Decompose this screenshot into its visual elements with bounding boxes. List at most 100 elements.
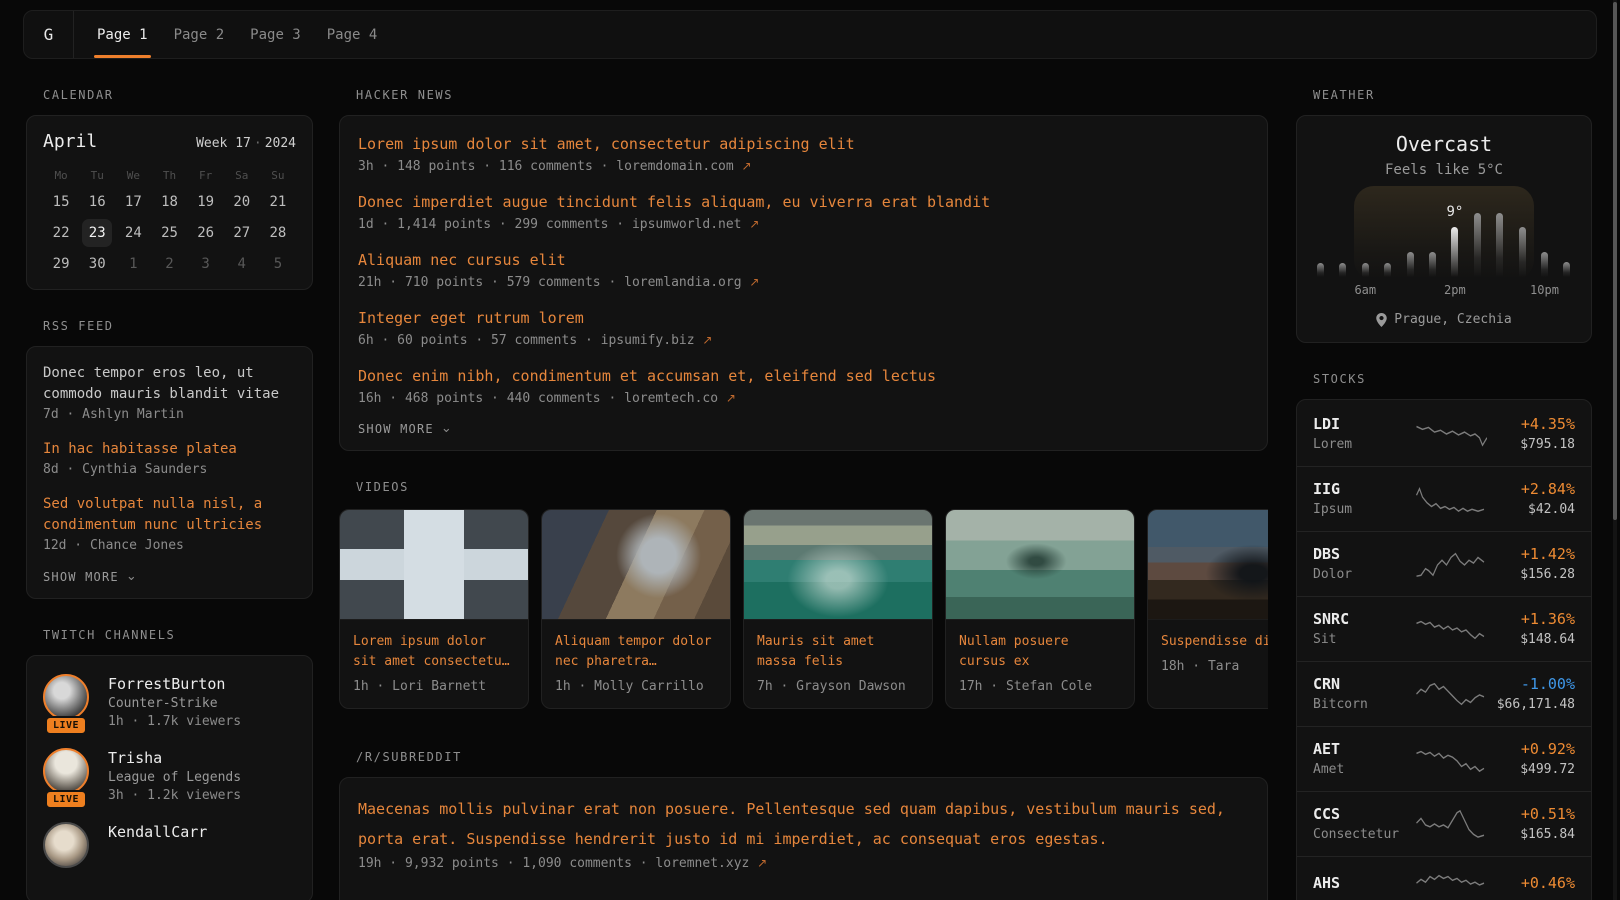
video-thumbnail[interactable] <box>542 510 730 620</box>
video-title[interactable]: Lorem ipsum dolor sit amet consectetu… <box>353 632 515 672</box>
hn-item[interactable]: Lorem ipsum dolor sit amet, consectetur … <box>358 132 1249 174</box>
hn-item[interactable]: Donec enim nibh, condimentum et accumsan… <box>358 364 1249 406</box>
calendar-day[interactable]: 17 <box>115 186 151 217</box>
hn-item-domain[interactable]: ipsumworld.net <box>632 217 742 232</box>
calendar-day[interactable]: 16 <box>79 186 115 217</box>
video-card[interactable]: Lorem ipsum dolor sit amet consectetu… 1… <box>339 509 529 709</box>
calendar-day[interactable]: 5 <box>260 248 296 279</box>
stock-row[interactable]: DBS Dolor +1.42% $156.28 <box>1297 531 1591 596</box>
stock-sparkline <box>1415 614 1487 644</box>
tab-page-3[interactable]: Page 3 <box>237 11 314 58</box>
stock-row[interactable]: LDI Lorem +4.35% $795.18 <box>1297 402 1591 466</box>
stock-price: $42.04 <box>1493 502 1575 517</box>
video-card[interactable]: Suspendisse diam 18h · Tara <box>1147 509 1268 709</box>
stock-change: +2.84% <box>1493 480 1575 498</box>
tab-page-1[interactable]: Page 1 <box>84 11 161 58</box>
video-thumbnail[interactable] <box>744 510 932 620</box>
calendar-day[interactable]: 1 <box>115 248 151 279</box>
tab-page-2[interactable]: Page 2 <box>161 11 238 58</box>
video-carousel[interactable]: Lorem ipsum dolor sit amet consectetu… 1… <box>339 509 1268 709</box>
twitch-channel-name[interactable]: Trisha <box>108 749 241 767</box>
stock-row[interactable]: AET Amet +0.92% $499.72 <box>1297 726 1591 791</box>
video-title[interactable]: Nullam posuere cursus ex <box>959 632 1121 672</box>
calendar-day[interactable]: 18 <box>151 186 187 217</box>
rss-item[interactable]: In hac habitasse platea 8d · Cynthia Sau… <box>43 439 296 477</box>
rss-item-title[interactable]: In hac habitasse platea <box>43 439 296 460</box>
weather-hour-bar <box>1384 263 1391 277</box>
twitch-channel-name[interactable]: KendallCarr <box>108 823 207 841</box>
hn-item-title[interactable]: Integer eget rutrum lorem <box>358 306 1249 330</box>
rss-list: Donec tempor eros leo, ut commodo mauris… <box>43 363 296 553</box>
calendar-day[interactable]: 30 <box>79 248 115 279</box>
app-logo[interactable]: G <box>24 11 74 58</box>
stock-change: +0.92% <box>1493 740 1575 758</box>
video-meta: 7h · Grayson Dawson <box>757 679 919 694</box>
video-thumbnail[interactable] <box>1148 510 1268 620</box>
hacker-news-widget: Lorem ipsum dolor sit amet, consectetur … <box>339 115 1268 451</box>
calendar-day[interactable]: 4 <box>224 248 260 279</box>
video-thumbnail[interactable] <box>340 510 528 620</box>
rss-item-title[interactable]: Sed volutpat nulla nisl, a condimentum n… <box>43 494 296 536</box>
rss-show-more-button[interactable]: SHOW MORE⌄ <box>43 570 296 584</box>
calendar-day[interactable]: 29 <box>43 248 79 279</box>
video-title[interactable]: Aliquam tempor dolor nec pharetra… <box>555 632 717 672</box>
calendar-day[interactable]: 22 <box>43 217 79 248</box>
calendar-day[interactable]: 24 <box>115 217 151 248</box>
calendar-day[interactable]: 20 <box>224 186 260 217</box>
stock-row[interactable]: AHS +0.46% <box>1297 856 1591 900</box>
twitch-channel[interactable]: KendallCarr <box>43 822 296 868</box>
tab-page-4[interactable]: Page 4 <box>314 11 391 58</box>
hn-item-title[interactable]: Aliquam nec cursus elit <box>358 248 1249 272</box>
stock-sparkline <box>1415 679 1487 709</box>
rss-item-title[interactable]: Donec tempor eros leo, ut commodo mauris… <box>43 363 296 405</box>
stock-row[interactable]: CCS Consectetur +0.51% $165.84 <box>1297 791 1591 856</box>
tab-bar: Page 1 Page 2 Page 3 Page 4 <box>84 11 390 58</box>
video-title[interactable]: Suspendisse diam <box>1161 632 1268 652</box>
calendar-day[interactable]: 2 <box>151 248 187 279</box>
rss-item[interactable]: Donec tempor eros leo, ut commodo mauris… <box>43 363 296 422</box>
calendar-day[interactable]: 3 <box>188 248 224 279</box>
hn-item-title[interactable]: Donec enim nibh, condimentum et accumsan… <box>358 364 1249 388</box>
video-card[interactable]: Mauris sit amet massa felis 7h · Grayson… <box>743 509 933 709</box>
stocks-widget: LDI Lorem +4.35% $795.18 IIG Ipsum +2.84… <box>1296 399 1592 900</box>
stock-row[interactable]: SNRC Sit +1.36% $148.64 <box>1297 596 1591 661</box>
calendar-day-header: We <box>115 164 151 186</box>
subreddit-post[interactable]: Maecenas mollis pulvinar erat non posuer… <box>358 794 1249 871</box>
twitch-channel[interactable]: LIVE ForrestBurton Counter-Strike 1h · 1… <box>43 674 296 729</box>
calendar-day[interactable]: 19 <box>188 186 224 217</box>
stock-row[interactable]: IIG Ipsum +2.84% $42.04 <box>1297 466 1591 531</box>
subreddit-post-title[interactable]: Maecenas mollis pulvinar erat non posuer… <box>358 794 1249 854</box>
scrollbar-thumb[interactable] <box>1613 2 1617 520</box>
stock-price: $499.72 <box>1493 762 1575 777</box>
calendar-day[interactable]: 21 <box>260 186 296 217</box>
video-card[interactable]: Nullam posuere cursus ex 17h · Stefan Co… <box>945 509 1135 709</box>
map-pin-icon <box>1376 313 1387 327</box>
hn-item-domain[interactable]: ipsumify.biz <box>601 333 695 348</box>
calendar-day[interactable]: 25 <box>151 217 187 248</box>
calendar-day[interactable]: 28 <box>260 217 296 248</box>
hn-item[interactable]: Donec imperdiet augue tincidunt felis al… <box>358 190 1249 232</box>
twitch-channel[interactable]: LIVE Trisha League of Legends 3h · 1.2k … <box>43 748 296 803</box>
calendar-day-selected[interactable]: 23 <box>79 217 115 248</box>
hn-item-title[interactable]: Lorem ipsum dolor sit amet, consectetur … <box>358 132 1249 156</box>
video-thumbnail[interactable] <box>946 510 1134 620</box>
hn-item-domain[interactable]: loremdomain.com <box>616 159 733 174</box>
subreddit-post-domain[interactable]: loremnet.xyz <box>655 856 749 871</box>
video-title[interactable]: Mauris sit amet massa felis <box>757 632 919 672</box>
hn-item-title[interactable]: Donec imperdiet augue tincidunt felis al… <box>358 190 1249 214</box>
video-meta: 18h · Tara <box>1161 659 1268 674</box>
hn-item[interactable]: Integer eget rutrum lorem 6h · 60 points… <box>358 306 1249 348</box>
hn-item[interactable]: Aliquam nec cursus elit 21h · 710 points… <box>358 248 1249 290</box>
hn-item-domain[interactable]: loremlandia.org <box>624 275 741 290</box>
calendar-day-header: Tu <box>79 164 115 186</box>
weather-condition: Overcast <box>1297 132 1591 156</box>
twitch-channel-name[interactable]: ForrestBurton <box>108 675 241 693</box>
rss-item[interactable]: Sed volutpat nulla nisl, a condimentum n… <box>43 494 296 553</box>
stock-row[interactable]: CRN Bitcorn -1.00% $66,171.48 <box>1297 661 1591 726</box>
video-card[interactable]: Aliquam tempor dolor nec pharetra… 1h · … <box>541 509 731 709</box>
calendar-day[interactable]: 15 <box>43 186 79 217</box>
calendar-day[interactable]: 27 <box>224 217 260 248</box>
hn-item-domain[interactable]: loremtech.co <box>624 391 718 406</box>
calendar-day[interactable]: 26 <box>188 217 224 248</box>
hn-show-more-button[interactable]: SHOW MORE⌄ <box>358 422 1249 436</box>
